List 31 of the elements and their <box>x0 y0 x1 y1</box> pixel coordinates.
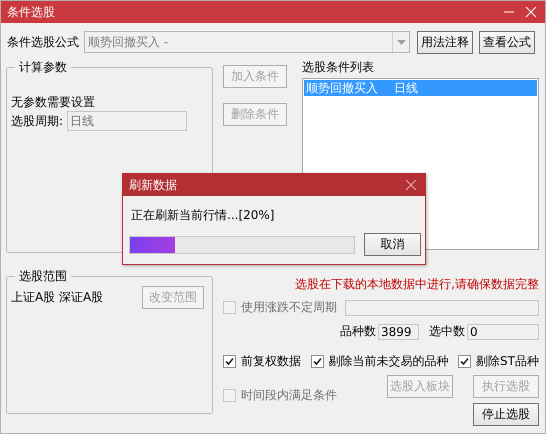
count-label: 品种数 <box>340 323 376 340</box>
group-title: 计算参数 <box>18 59 68 76</box>
dialog-title: 刷新数据 <box>129 176 177 194</box>
progress-message: 正在刷新当前行情...[20%] <box>131 207 276 224</box>
button[interactable]: 查看公式 <box>479 30 535 54</box>
checkbox-label: 前复权数据 <box>241 353 301 370</box>
button[interactable]: 停止选股 <box>473 403 539 426</box>
notice-text: 选股在下载的本地数据中进行,请确保数据完整 <box>294 276 539 293</box>
count-field[interactable]: 3899 <box>378 324 419 340</box>
list-label: 选股条件列表 <box>302 59 375 76</box>
period-field[interactable]: 日线 <box>67 111 188 131</box>
checkbox-label: 剔除当前未交易的品种 <box>328 353 449 370</box>
list-item[interactable]: 顺势回撤买入 日线 <box>304 80 537 96</box>
checkbox-label: 时间段内满足条件 <box>241 387 337 404</box>
count-label: 选中数 <box>429 323 465 340</box>
market-scope: 上证A股 深证A股 <box>11 289 104 306</box>
close-icon[interactable] <box>405 179 417 191</box>
checkbox[interactable] <box>223 355 236 368</box>
checkbox[interactable] <box>458 355 472 368</box>
checkbox[interactable] <box>310 355 324 368</box>
period-field[interactable] <box>345 300 539 316</box>
group-title: 选股范围 <box>18 268 68 285</box>
checkbox-label: 剔除ST品种 <box>476 353 539 370</box>
button[interactable]: 用法注释 <box>417 30 473 54</box>
params-message: 无参数需要设置 <box>11 94 96 111</box>
checkbox-label: 使用涨跌不定周期 <box>241 299 337 316</box>
count-field[interactable]: 0 <box>467 324 539 340</box>
cancel-button[interactable]: 取消 <box>364 233 421 256</box>
period-label: 选股周期: <box>11 112 64 130</box>
formula-label: 条件选股公式 <box>7 34 79 50</box>
window-title: 条件选股 <box>7 4 55 20</box>
